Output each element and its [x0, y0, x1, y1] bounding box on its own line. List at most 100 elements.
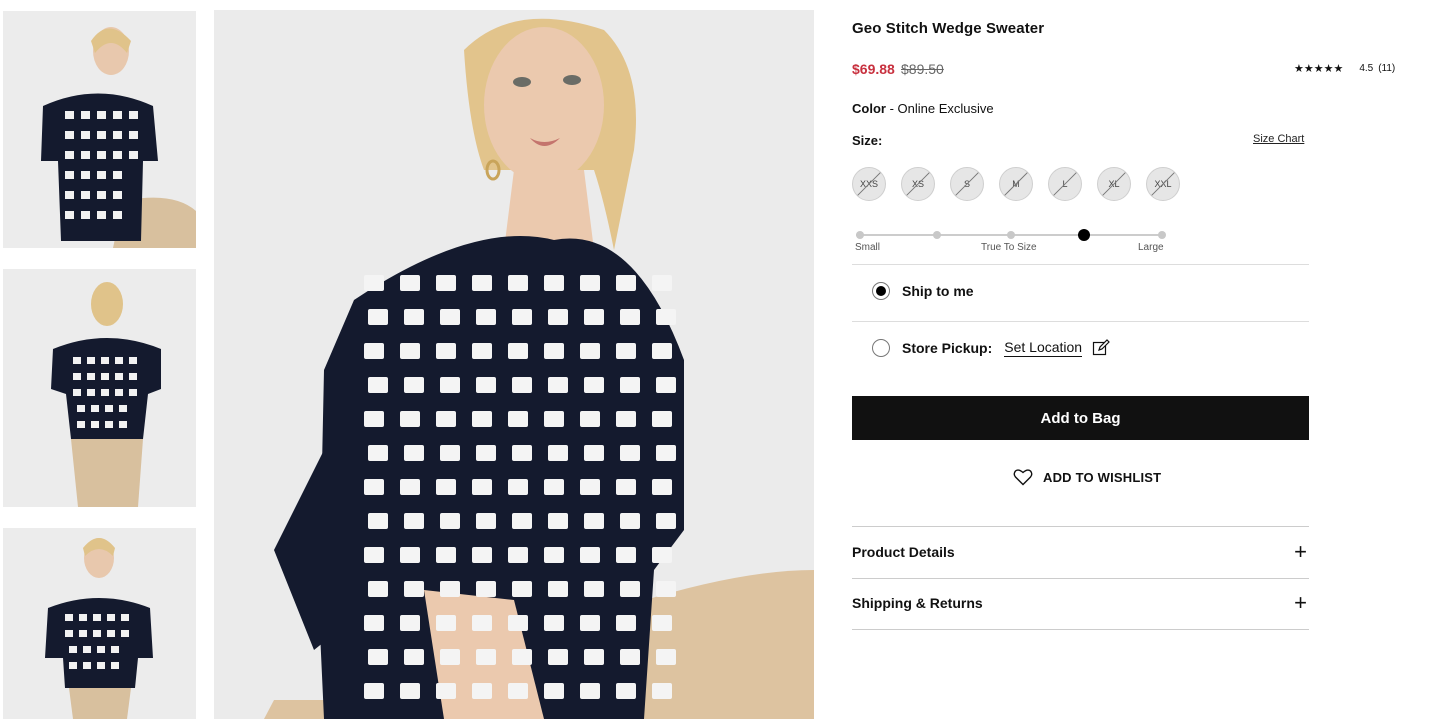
sweater-check — [656, 445, 676, 461]
fit-label-small: Small — [855, 242, 881, 253]
sweater-check — [652, 683, 672, 699]
color-row: Color - Online Exclusive — [852, 101, 994, 116]
size-option-l[interactable]: L — [1048, 167, 1082, 201]
fit-dot-3 — [1007, 231, 1015, 239]
store-pickup-label: Store Pickup: — [902, 340, 993, 356]
sweater-check — [368, 377, 388, 393]
add-to-wishlist-button[interactable]: ADD TO WISHLIST — [1013, 468, 1161, 486]
model-front-image — [3, 11, 196, 248]
sweater-check — [400, 615, 420, 631]
edit-icon[interactable] — [1092, 339, 1110, 357]
model-full-front-image — [3, 528, 196, 719]
sweater-check — [472, 343, 492, 359]
sweater-check — [364, 547, 384, 563]
sweater-check — [508, 683, 528, 699]
sweater-check — [364, 411, 384, 427]
fit-label-true-to-size: True To Size — [981, 242, 1037, 253]
divider — [852, 321, 1309, 322]
sweater-check — [364, 683, 384, 699]
sweater-check — [584, 377, 604, 393]
thumbnail-1[interactable] — [3, 11, 196, 248]
review-count[interactable]: (11) — [1378, 63, 1395, 74]
sweater-check — [368, 581, 388, 597]
sweater-check — [472, 479, 492, 495]
sweater-check — [616, 343, 636, 359]
rating[interactable]: ★★★★★ 4.5 (11) — [1294, 62, 1395, 75]
set-location-link[interactable]: Set Location — [1004, 339, 1083, 357]
main-product-image[interactable] — [214, 10, 814, 719]
sweater-check — [580, 479, 600, 495]
sweater-check — [548, 513, 568, 529]
sweater-check — [584, 649, 604, 665]
ship-to-me-label: Ship to me — [902, 283, 974, 299]
sweater-check — [620, 649, 640, 665]
store-pickup-radio[interactable] — [872, 339, 890, 357]
sweater-check — [476, 581, 496, 597]
sweater-check — [580, 547, 600, 563]
product-details-accordion[interactable]: Product Details + — [852, 532, 1309, 572]
size-chart-link[interactable]: Size Chart — [1253, 133, 1304, 145]
star-rating-icon: ★★★★★ — [1294, 63, 1344, 75]
sweater-check — [548, 581, 568, 597]
shipping-returns-accordion[interactable]: Shipping & Returns + — [852, 583, 1309, 623]
sweater-check — [580, 411, 600, 427]
sweater-check — [620, 377, 640, 393]
sweater-check — [476, 445, 496, 461]
size-label: Size: — [852, 133, 883, 148]
add-to-bag-button[interactable]: Add to Bag — [852, 396, 1309, 440]
size-option-xxs[interactable]: XXS — [852, 167, 886, 201]
sale-price: $69.88 — [852, 61, 895, 77]
sweater-check — [656, 309, 676, 325]
ship-to-me-option[interactable]: Ship to me — [872, 282, 974, 300]
model-closeup-image — [214, 10, 814, 719]
sweater-check — [436, 343, 456, 359]
size-option-xxl[interactable]: XXL — [1146, 167, 1180, 201]
size-option-m[interactable]: M — [999, 167, 1033, 201]
sweater-check — [472, 615, 492, 631]
sweater-check — [652, 479, 672, 495]
product-panel: Geo Stitch Wedge Sweater $69.88 $89.50 ★… — [852, 0, 1412, 719]
sweater-check — [616, 547, 636, 563]
fit-dot-selected — [1078, 229, 1090, 241]
fit-dot-5 — [1158, 231, 1166, 239]
sweater-check — [616, 411, 636, 427]
sweater-check — [440, 649, 460, 665]
sweater-check — [400, 547, 420, 563]
product-title: Geo Stitch Wedge Sweater — [852, 20, 1045, 37]
sweater-check — [508, 615, 528, 631]
sweater-check — [364, 479, 384, 495]
product-details-label: Product Details — [852, 544, 955, 560]
size-option-s[interactable]: S — [950, 167, 984, 201]
divider — [852, 526, 1309, 527]
ship-to-me-radio[interactable] — [872, 282, 890, 300]
fit-label-large: Large — [1138, 242, 1164, 253]
sweater-check — [544, 547, 564, 563]
thumbnail-3[interactable] — [3, 528, 196, 719]
sweater-check — [656, 581, 676, 597]
sweater-check — [508, 275, 528, 291]
thumbnail-2[interactable] — [3, 269, 196, 507]
sweater-check — [472, 411, 492, 427]
sweater-check — [364, 343, 384, 359]
sweater-check — [512, 309, 532, 325]
sweater-check — [472, 683, 492, 699]
sweater-check — [580, 615, 600, 631]
sweater-check — [580, 683, 600, 699]
sweater-check — [436, 479, 456, 495]
sweater-check — [476, 649, 496, 665]
size-option-xl[interactable]: XL — [1097, 167, 1131, 201]
sweater-check — [616, 275, 636, 291]
sweater-check — [620, 309, 640, 325]
sweater-check — [436, 411, 456, 427]
sweater-check — [476, 309, 496, 325]
sweater-check — [364, 615, 384, 631]
sweater-check — [472, 275, 492, 291]
sweater-check — [544, 343, 564, 359]
store-pickup-option[interactable]: Store Pickup: Set Location — [872, 339, 1110, 357]
sweater-check — [652, 275, 672, 291]
sweater-check — [544, 615, 564, 631]
size-option-xs[interactable]: XS — [901, 167, 935, 201]
size-options: XXS XS S M L XL XXL — [852, 167, 1180, 201]
sweater-check — [440, 513, 460, 529]
sweater-check — [400, 411, 420, 427]
